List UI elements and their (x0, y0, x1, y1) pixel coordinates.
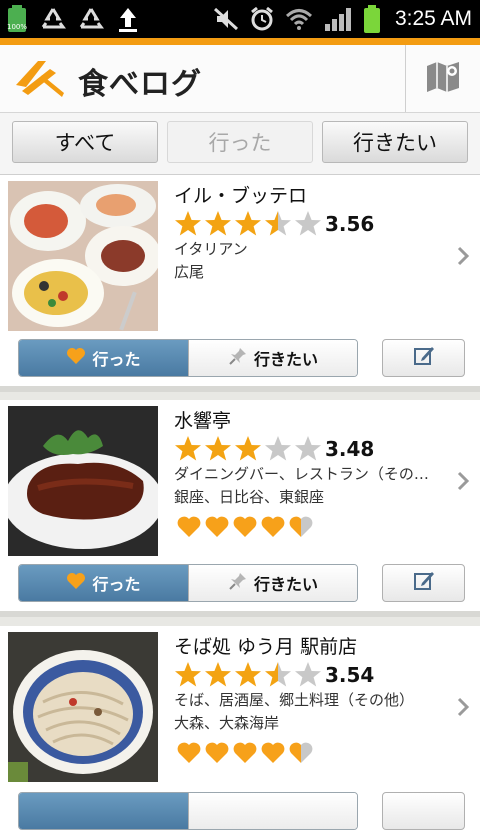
my-rating-hearts (176, 740, 314, 766)
map-icon (425, 60, 461, 98)
heart-icon (177, 516, 201, 537)
my-rating-hearts (176, 514, 314, 540)
accent-line (0, 38, 480, 45)
heart-icon (289, 742, 313, 763)
star-icon (205, 436, 231, 461)
visited-label: 行った (92, 350, 141, 369)
visit-status-toggle (18, 792, 358, 830)
pin-icon (228, 571, 248, 595)
visited-button[interactable]: 行った (19, 565, 188, 601)
item-divider (0, 611, 480, 617)
heart-icon (233, 742, 257, 763)
want-to-go-button[interactable]: 行きたい (188, 340, 357, 376)
restaurant-area: 銀座、日比谷、東銀座 (174, 488, 325, 506)
list-item[interactable]: 水響亭 3.48 ダイニングバー、レストラン（その… 銀座、日比谷、東銀座 行っ… (0, 400, 480, 617)
restaurant-name: 水響亭 (174, 410, 232, 432)
heart-icon (177, 742, 201, 763)
rating-score: 3.54 (325, 663, 375, 687)
star-icon (265, 211, 291, 236)
star-icon (295, 436, 321, 461)
star-icon (175, 211, 201, 236)
pin-icon (228, 346, 248, 370)
battery-icon (363, 4, 381, 34)
restaurant-genre: イタリアン (174, 240, 248, 258)
wifi-icon (285, 7, 313, 31)
heart-icon (233, 516, 257, 537)
want-to-go-button[interactable] (188, 793, 357, 829)
edit-review-button[interactable] (382, 564, 465, 602)
item-divider (0, 386, 480, 392)
clock: 3:25 AM (394, 7, 472, 30)
chevron-right-icon[interactable] (456, 696, 470, 722)
recycle-icon (78, 7, 104, 31)
star-icon (295, 211, 321, 236)
star-icon (235, 662, 261, 687)
rating-stars (173, 209, 323, 239)
star-icon (265, 436, 291, 461)
star-icon (175, 436, 201, 461)
want-to-go-button[interactable]: 行きたい (188, 565, 357, 601)
edit-icon (412, 569, 436, 597)
edit-review-button[interactable] (382, 339, 465, 377)
restaurant-genre: そば、居酒屋、郷土料理（その他） (174, 691, 415, 709)
star-icon (235, 436, 261, 461)
restaurant-photo (8, 181, 158, 331)
rating-score: 3.56 (325, 212, 375, 236)
star-icon (175, 662, 201, 687)
signal-icon (323, 6, 353, 32)
upload-icon (116, 5, 140, 33)
heart-icon (289, 516, 313, 537)
filter-been-button[interactable]: 行った (167, 121, 313, 163)
alarm-icon (249, 6, 275, 32)
restaurant-area: 広尾 (174, 263, 205, 281)
want-to-go-label: 行きたい (253, 350, 318, 369)
heart-icon (261, 516, 285, 537)
filter-bar: すべて 行った 行きたい (0, 113, 480, 175)
status-bar: 100% 3:25 AM (0, 0, 480, 38)
heart-icon (205, 742, 229, 763)
visited-button[interactable] (19, 793, 188, 829)
restaurant-genre: ダイニングバー、レストラン（その… (174, 465, 429, 483)
recycle-icon (40, 7, 66, 31)
want-to-go-label: 行きたい (253, 575, 318, 594)
list-item[interactable]: イル・ブッテロ 3.56 イタリアン 広尾 行った 行きたい (0, 175, 480, 392)
restaurant-name: イル・ブッテロ (174, 185, 308, 207)
visit-status-toggle: 行った 行きたい (18, 339, 358, 377)
restaurant-photo (8, 632, 158, 782)
chopsticks-logo-icon (12, 55, 72, 103)
visit-status-toggle: 行った 行きたい (18, 564, 358, 602)
rating-stars (173, 660, 323, 690)
rating-score: 3.48 (325, 437, 375, 461)
restaurant-name: そば処 ゆう月 駅前店 (174, 636, 358, 658)
filter-want-button[interactable]: 行きたい (322, 121, 468, 163)
heart-icon (66, 347, 86, 369)
svg-text:100%: 100% (7, 23, 27, 31)
map-button[interactable] (405, 45, 480, 112)
star-icon (295, 662, 321, 687)
mute-icon (213, 7, 239, 31)
restaurant-photo (8, 406, 158, 556)
visited-button[interactable]: 行った (19, 340, 188, 376)
heart-icon (205, 516, 229, 537)
edit-review-button[interactable] (382, 792, 465, 830)
star-icon (265, 662, 291, 687)
heart-icon (66, 572, 86, 594)
star-icon (205, 662, 231, 687)
app-bar: 食べログ (0, 45, 480, 113)
filter-all-button[interactable]: すべて (12, 121, 158, 163)
visited-label: 行った (92, 575, 141, 594)
chevron-right-icon[interactable] (456, 470, 470, 496)
list-item[interactable]: そば処 ゆう月 駅前店 3.54 そば、居酒屋、郷土料理（その他） 大森、大森海… (0, 626, 480, 837)
star-icon (235, 211, 261, 236)
app-logo-text: 食べログ (78, 67, 202, 102)
chevron-right-icon[interactable] (456, 245, 470, 271)
edit-icon (412, 344, 436, 372)
battery-icon: 100% (6, 4, 28, 34)
star-icon (205, 211, 231, 236)
restaurant-area: 大森、大森海岸 (174, 714, 280, 732)
heart-icon (261, 742, 285, 763)
rating-stars (173, 434, 323, 464)
